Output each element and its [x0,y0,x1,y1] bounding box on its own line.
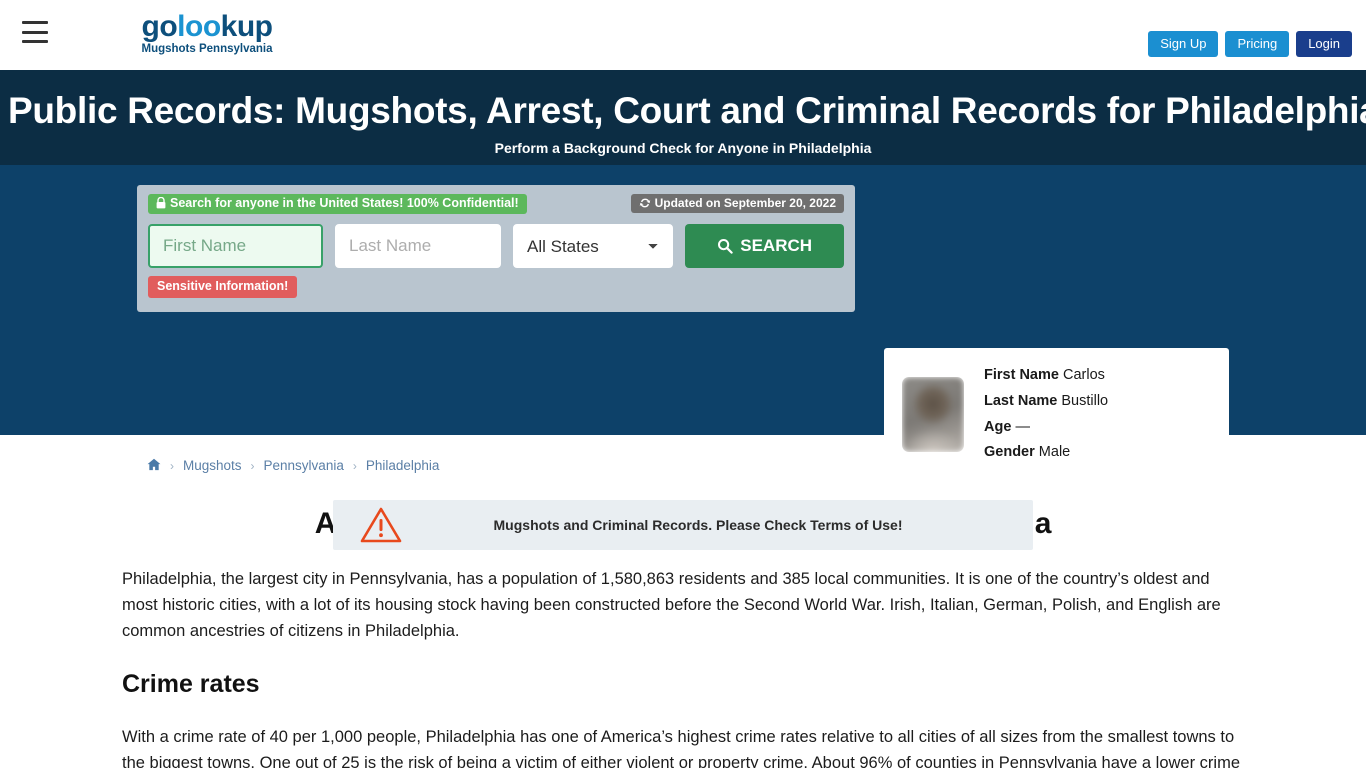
crime-rates-paragraph: With a crime rate of 40 per 1,000 people… [122,727,1240,768]
confidential-badge: Search for anyone in the United States! … [148,194,527,214]
person-label-age: Age [984,418,1012,435]
pricing-button[interactable]: Pricing [1225,31,1290,57]
search-button-label: SEARCH [740,236,813,255]
search-panel-badges: Search for anyone in the United States! … [148,194,844,215]
person-value-first-name: Carlos [1062,366,1105,383]
person-details: First Name Carlos Last Name Bustillo Age… [984,363,1108,466]
logo-text-part1: go [141,10,178,43]
hero-search-section: Search for anyone in the United States! … [0,165,1366,550]
headline-band: Public Records: Mugshots, Arrest, Court … [0,70,1366,165]
person-row-last-name: Last Name Bustillo [984,389,1108,415]
terms-of-use-warning: Mugshots and Criminal Records. Please Ch… [333,500,1033,550]
search-panel: Search for anyone in the United States! … [137,185,855,312]
page-subheadline: Perform a Background Check for Anyone in… [494,139,872,156]
top-navigation-bar: golookup Mugshots Pennsylvania Sign Up P… [0,0,1366,70]
crime-rates-heading: Crime rates [122,669,260,698]
breadcrumb-item-pennsylvania[interactable]: Pennsylvania [264,458,344,473]
mugshot-thumbnail [902,377,964,452]
search-button[interactable]: SEARCH [685,224,844,268]
home-glyph [147,458,161,471]
hamburger-bar [22,21,48,24]
breadcrumb-separator: › [352,458,357,473]
breadcrumb-separator: › [170,458,174,473]
refresh-icon [639,198,650,208]
hamburger-bar [22,30,48,34]
login-button[interactable]: Login [1296,31,1352,57]
person-label-gender: Gender [984,444,1035,461]
updated-badge: Updated on September 20, 2022 [630,194,844,213]
state-select[interactable]: All States [513,224,674,268]
first-name-input[interactable] [148,224,323,268]
warning-text: Mugshots and Criminal Records. Please Ch… [493,517,903,533]
search-icon [718,239,733,254]
article-intro-paragraph: Philadelphia, the largest city in Pennsy… [122,569,1221,640]
last-name-input[interactable] [335,224,501,268]
person-value-last-name: Bustillo [1061,392,1109,409]
logo-wordmark: golookup [142,12,273,42]
sign-up-button[interactable]: Sign Up [1148,31,1219,57]
person-value-gender: Male [1038,444,1071,461]
logo-subtitle: Mugshots Pennsylvania [141,43,273,55]
person-label-last-name: Last Name [984,392,1058,409]
breadcrumb-item-mugshots[interactable]: Mugshots [183,458,242,473]
breadcrumb-item-philadelphia[interactable]: Philadelphia [366,458,440,473]
person-row-gender: Gender Male [984,440,1108,466]
person-row-first-name: First Name Carlos [984,363,1108,389]
search-form-row: All States SEARCH [148,224,844,268]
lock-icon [156,197,166,209]
hamburger-bar [22,40,48,43]
logo-text-part2: kup [220,10,273,43]
main-content: › Mugshots › Pennsylvania › Philadelphia… [0,435,1366,768]
page-headline: Public Records: Mugshots, Arrest, Court … [8,90,1366,131]
hamburger-menu-icon[interactable] [22,21,48,43]
person-row-age: Age — [984,415,1108,441]
logo-lens-icon: loo [177,10,221,43]
breadcrumb-separator: › [250,458,255,473]
site-logo[interactable]: golookup Mugshots Pennsylvania [137,12,277,56]
sensitive-information-badge: Sensitive Information! [148,276,298,298]
updated-badge-text: Updated on September 20, 2022 [654,196,836,210]
warning-triangle-icon [360,507,402,543]
person-label-first-name: First Name [984,366,1059,383]
person-result-card[interactable]: First Name Carlos Last Name Bustillo Age… [884,348,1229,481]
mugshot-image [902,377,964,452]
confidential-badge-text: Search for anyone in the United States! … [170,196,519,210]
home-icon[interactable] [147,458,161,474]
person-value-age: — [1015,418,1030,435]
nav-button-group: Sign Up Pricing Login [1148,31,1352,57]
